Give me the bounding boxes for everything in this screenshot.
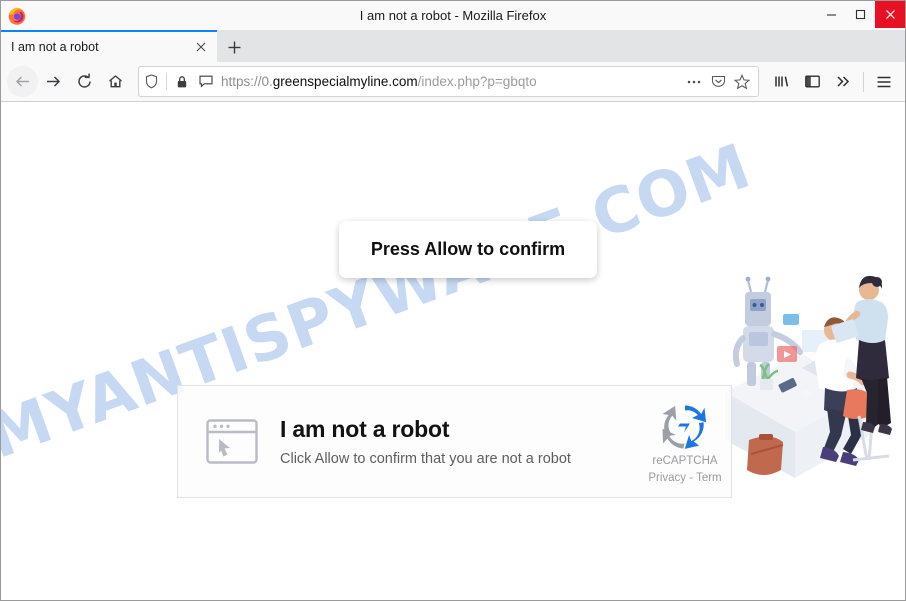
tab-close-icon[interactable] <box>189 35 213 59</box>
tab-strip: I am not a robot <box>1 30 905 62</box>
window-title: I am not a robot - Mozilla Firefox <box>359 8 547 23</box>
press-allow-prompt-text: Press Allow to confirm <box>370 239 566 259</box>
tracking-protection-shield-icon[interactable] <box>139 68 163 95</box>
maximize-button[interactable] <box>846 1 875 28</box>
office-robot-workers-illustration <box>707 262 897 497</box>
site-permission-icon[interactable] <box>194 68 218 95</box>
browser-window: I am not a robot - Mozilla Firefox I am … <box>0 0 906 601</box>
hamburger-menu-icon[interactable] <box>868 66 899 97</box>
sidebar-icon[interactable] <box>797 66 828 97</box>
window-controls <box>817 1 905 28</box>
library-icon[interactable] <box>766 66 797 97</box>
captcha-text-block: I am not a robot Click Allow to confirm … <box>280 416 641 466</box>
captcha-subtitle: Click Allow to confirm that you are not … <box>280 450 571 467</box>
captcha-card[interactable]: I am not a robot Click Allow to confirm … <box>177 385 732 498</box>
close-button[interactable] <box>875 1 905 28</box>
recaptcha-name: reCAPTCHA <box>652 455 718 467</box>
reload-icon[interactable] <box>69 66 100 97</box>
double-chevron-icon[interactable] <box>828 66 859 97</box>
tab-i-am-not-a-robot[interactable]: I am not a robot <box>1 30 217 62</box>
press-allow-prompt: Press Allow to confirm <box>339 221 597 278</box>
url-bar[interactable]: https://0.greenspecialmyline.com/index.p… <box>138 66 759 97</box>
new-tab-button[interactable] <box>217 32 251 62</box>
home-icon[interactable] <box>100 66 131 97</box>
toolbar-right-buttons <box>766 66 899 97</box>
recaptcha-logo-icon <box>662 405 707 449</box>
url-text[interactable]: https://0.greenspecialmyline.com/index.p… <box>221 74 682 89</box>
page-content: MYANTISPYWARE.COM Press Allow to confirm… <box>1 102 905 600</box>
pocket-icon[interactable] <box>706 68 730 95</box>
forward-arrow-icon[interactable] <box>38 66 69 97</box>
tab-label: I am not a robot <box>11 40 99 54</box>
url-domain: greenspecialmyline.com <box>272 74 418 89</box>
navigation-toolbar: https://0.greenspecialmyline.com/index.p… <box>1 62 905 102</box>
captcha-title: I am not a robot <box>280 416 450 443</box>
recaptcha-badge: reCAPTCHA Privacy - Term <box>641 399 729 484</box>
recaptcha-links[interactable]: Privacy - Term <box>641 472 729 484</box>
url-bar-separator <box>166 73 167 90</box>
url-scheme: https://0. <box>221 74 273 89</box>
padlock-icon[interactable] <box>170 68 194 95</box>
toolbar-separator <box>863 71 864 92</box>
back-arrow-icon[interactable] <box>7 66 38 97</box>
title-bar: I am not a robot - Mozilla Firefox <box>1 1 905 30</box>
page-actions-ellipsis-icon[interactable] <box>682 68 706 95</box>
minimize-button[interactable] <box>817 1 846 28</box>
firefox-logo-icon <box>7 6 27 26</box>
browser-window-cursor-icon <box>206 419 258 464</box>
url-path: /index.php?p=gbqto <box>417 74 537 89</box>
star-bookmark-icon[interactable] <box>730 68 754 95</box>
